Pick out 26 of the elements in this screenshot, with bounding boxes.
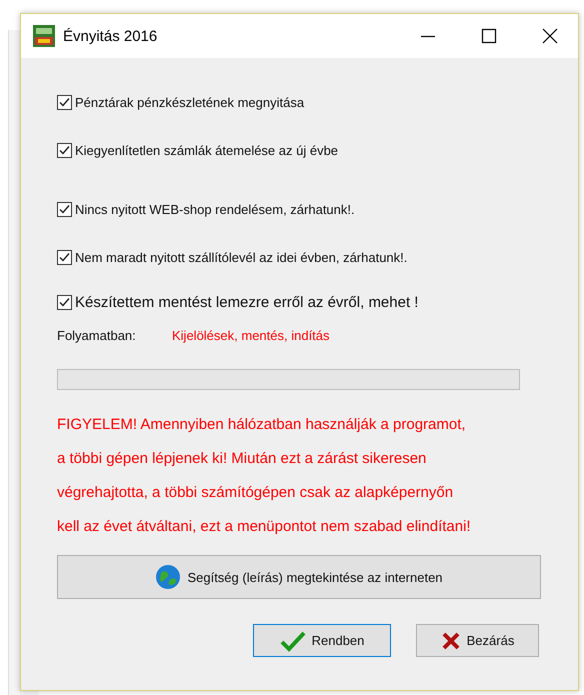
checkbox-label[interactable]: Kiegyenlítetlen számlák átemelése az új évbe [75,143,338,158]
warning-text: FIGYELEM! Amennyiben hálózatban használják a programot, [57,415,467,435]
close-button[interactable]: Bezárás [416,624,539,657]
checkbox[interactable] [57,143,72,158]
warning-text: a többi gépen lépjenek ki! Miután ezt a zárást sikeresen [57,449,428,469]
help-button[interactable]: Segítség (leírás) megtekintése az interneten [57,555,541,599]
checkbox[interactable] [57,250,72,265]
window-title: Évnyitás 2016 [63,28,158,44]
checkmark-icon [280,630,306,652]
cross-icon [440,630,461,650]
checkbox-label[interactable]: Nincs nyitott WEB-shop rendelésem, zárhatunk!. [75,202,355,217]
checkbox[interactable] [57,95,72,110]
progress-label: Folyamatban: [57,328,137,342]
warning-text: végrehajtotta, a többi számítógépen csak az alapképernyőn [57,483,454,503]
checkbox[interactable] [57,202,72,217]
checkbox-label[interactable]: Nem maradt nyitott szállítólevél az idei évben, zárhatunk!. [75,250,408,265]
globe-icon [155,564,182,590]
ok-button[interactable]: Rendben [253,624,391,657]
checkbox-label[interactable]: Készítettem mentést lemezre erről az évről, mehet ! [75,294,418,311]
maximize-icon[interactable] [481,28,497,44]
progress-status: Kijelölések, mentés, indítás [172,328,330,342]
checkbox-label[interactable]: Pénztárak pénzkészletének megnyitása [75,95,304,110]
close-icon[interactable] [542,28,558,44]
warning-text: kell az évet átváltani, ezt a menüpontot nem szabad elindítani! [57,517,472,537]
app-icon [33,25,55,47]
checkbox[interactable] [57,295,72,310]
